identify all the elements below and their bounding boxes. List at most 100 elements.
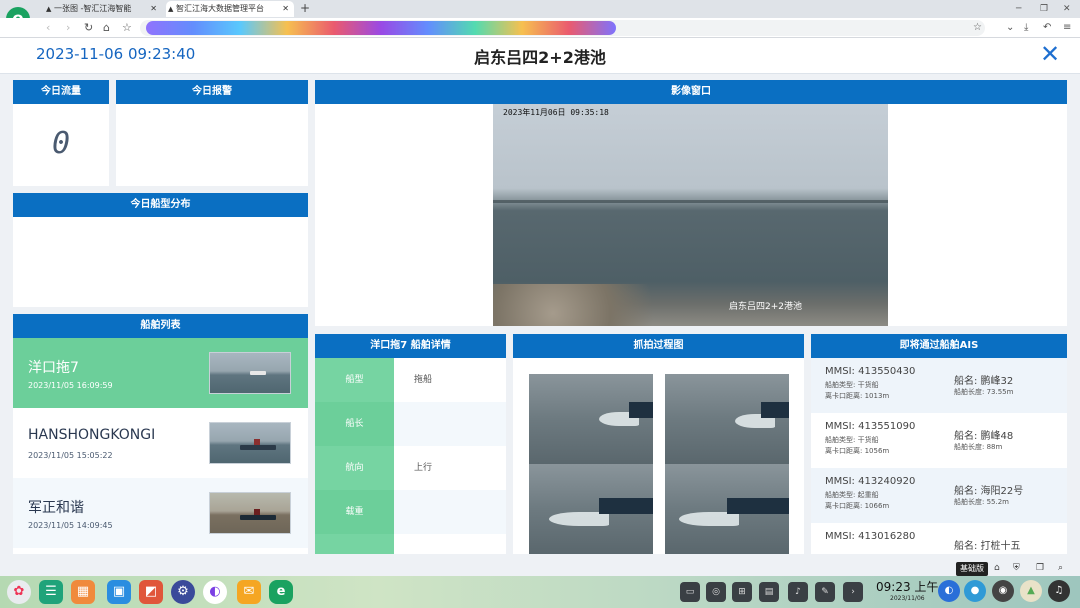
network-icon[interactable]: ●	[964, 580, 986, 602]
panel-title: 影像窗口	[315, 80, 1067, 104]
copy-icon[interactable]: ❐	[1036, 563, 1044, 573]
security-icon[interactable]: ◉	[992, 580, 1014, 602]
ais-distance: 离卡口距离: 1066m	[825, 502, 890, 510]
ais-mmsi: MMSI: 413016280	[825, 531, 916, 542]
browser-icon[interactable]: ◐	[203, 580, 227, 604]
chat-icon[interactable]: ✉	[237, 580, 261, 604]
detail-label: 船型	[315, 358, 394, 402]
ais-list-item[interactable]: MMSI: 413551090 船舶类型: 干货船 离卡口距离: 1056m 船…	[811, 413, 1067, 468]
image-viewer-icon[interactable]: ◩	[139, 580, 163, 604]
capture-image[interactable]	[529, 374, 653, 464]
forward-icon[interactable]: ›	[66, 19, 70, 37]
ship-type-panel: 今日船型分布	[13, 193, 308, 307]
camera-feed[interactable]: 2023年11月06日 09:35:18 启东吕四2+2港池	[493, 104, 888, 326]
pen-icon[interactable]: ✎	[815, 582, 835, 602]
video-panel: 影像窗口 2023年11月06日 09:35:18 启东吕四2+2港池	[315, 80, 1067, 326]
shoreline	[493, 200, 888, 203]
home-icon[interactable]: ⌂	[103, 19, 110, 37]
launcher-icon[interactable]: ✿	[7, 580, 31, 604]
ais-ship-length: 船舶长度: 73.55m	[954, 388, 1014, 396]
windows-icon[interactable]: ⊞	[732, 582, 752, 602]
minimize-icon[interactable]: ─	[1016, 1, 1021, 17]
detail-row: 航向 上行	[315, 446, 506, 490]
capture-image[interactable]	[665, 464, 789, 554]
bell-icon[interactable]: ♫	[1048, 580, 1070, 602]
restore-icon[interactable]: ❐	[1040, 1, 1048, 17]
warning-icon: ▲	[46, 5, 52, 13]
panel-title: 今日流量	[13, 80, 109, 104]
search-icon[interactable]: ⌕	[1058, 563, 1063, 573]
favorite-star-icon[interactable]: ☆	[973, 19, 982, 37]
reload-icon[interactable]: ↻	[84, 19, 93, 37]
taskbar: ✿ ☰ ▦ ▣ ◩ ⚙ ◐ ✉ e ▭ ◎ ⊞ ▤ ♪ ✎ › 09:23 上午…	[0, 576, 1080, 608]
undo-icon[interactable]: ↶	[1043, 19, 1051, 37]
browser-tab-2[interactable]: ▲ 智汇江海大数据管理平台 ✕	[166, 1, 294, 17]
url-input[interactable]	[140, 20, 985, 36]
panel-title: 今日船型分布	[13, 193, 308, 217]
capture-image[interactable]	[529, 464, 653, 554]
close-icon[interactable]: ✕	[1040, 40, 1060, 68]
assistant-icon[interactable]: ◐	[938, 580, 960, 602]
screenshot-icon[interactable]: ◎	[706, 582, 726, 602]
today-flow-count: 0	[51, 126, 71, 161]
ais-ship-length: 船舶长度: 88m	[954, 443, 1003, 451]
address-bar: ‹ › ↻ ⌂ ☆ ☆ ⌄ ⤓ ↶ ≡	[0, 18, 1080, 38]
shield-icon[interactable]: ⛨	[1013, 563, 1020, 573]
ship-list-panel: 船舶列表 洋口拖7 2023/11/05 16:09:59 HANSHONGKO…	[13, 314, 308, 554]
dropdown-icon[interactable]: ⌄	[1006, 19, 1014, 37]
bookmark-star-icon[interactable]: ☆	[122, 19, 132, 37]
capture-image[interactable]	[665, 374, 789, 464]
ais-list-item[interactable]: MMSI: 413016280 船名: 打桩十五	[811, 523, 1067, 554]
video-timestamp: 2023年11月06日 09:35:18	[503, 108, 609, 117]
redacted-url-scribble	[146, 21, 616, 35]
clock-date: 2023/11/06	[890, 595, 925, 602]
menu-icon[interactable]: ≡	[1063, 19, 1071, 37]
back-icon[interactable]: ‹	[46, 19, 50, 37]
ais-list-item[interactable]: MMSI: 413550430 船舶类型: 干货船 离卡口距离: 1013m 船…	[811, 358, 1067, 413]
ship-details-panel: 洋口拖7 船舶详情 船型 拖船 船长 航向 上行 载重	[315, 334, 506, 554]
ais-ship-type: 船舶类型: 干货船	[825, 436, 879, 444]
tab-close-icon[interactable]: ✕	[282, 1, 289, 17]
settings-gear-icon[interactable]: ⚙	[171, 580, 195, 604]
panel-title: 抓拍过程图	[513, 334, 804, 358]
detail-row: 船型 拖船	[315, 358, 506, 402]
browser-tab-1[interactable]: ▲ 一张图 -智汇江海智能 ✕	[44, 1, 162, 17]
detail-value	[394, 402, 506, 446]
calculator-icon[interactable]: ▣	[107, 580, 131, 604]
home-icon[interactable]: ⌂	[994, 563, 1000, 573]
tab-title: 智汇江海大数据管理平台	[176, 4, 264, 13]
notes-icon[interactable]: ▭	[680, 582, 700, 602]
detail-value	[394, 490, 506, 534]
ship-time: 2023/11/05 14:09:45	[28, 521, 113, 530]
tab-close-icon[interactable]: ✕	[150, 1, 157, 17]
ais-ship-name: 船名: 鹏峰32	[954, 376, 1014, 387]
active-browser-icon[interactable]: e	[269, 580, 293, 604]
ship-thumbnail	[209, 352, 291, 394]
ship-list-item[interactable]: 军正和谐 2023/11/05 14:09:45	[13, 478, 308, 548]
ship-name: HANSHONGKONGI	[28, 427, 156, 443]
detail-label: 载重	[315, 490, 394, 534]
ais-list-item[interactable]: MMSI: 413240920 船舶类型: 起重船 离卡口距离: 1066m 船…	[811, 468, 1067, 523]
window-close-icon[interactable]: ✕	[1063, 1, 1071, 17]
ship-list-item[interactable]: 洋口拖7 2023/11/05 16:09:59	[13, 338, 308, 408]
ais-ship-name: 船名: 海阳22号	[954, 486, 1024, 497]
file-manager-icon[interactable]: ☰	[39, 580, 63, 604]
ship-name: 军正和谐	[28, 500, 84, 516]
download-icon[interactable]: ⤓	[1024, 19, 1028, 37]
clock-time[interactable]: 09:23 上午	[876, 578, 938, 595]
display-icon[interactable]: ▤	[759, 582, 779, 602]
today-alarm-panel: 今日报警	[116, 80, 308, 186]
volume-icon[interactable]: ♪	[788, 582, 808, 602]
panel-title: 洋口拖7 船舶详情	[315, 334, 506, 358]
ship-list-item[interactable]: HANSHONGKONGI 2023/11/05 15:05:22	[13, 408, 308, 478]
ais-mmsi: MMSI: 413551090	[825, 421, 916, 432]
panel-title: 船舶列表	[13, 314, 308, 338]
ship-thumbnail	[209, 422, 291, 464]
ais-ship-type: 船舶类型: 干货船	[825, 381, 879, 389]
new-tab-icon[interactable]: +	[300, 0, 310, 17]
detail-label: 航向	[315, 446, 394, 490]
app-store-icon[interactable]: ▦	[71, 580, 95, 604]
update-icon[interactable]: ▲	[1020, 580, 1042, 602]
chevron-right-icon[interactable]: ›	[843, 582, 863, 602]
detail-row: 载重	[315, 490, 506, 534]
